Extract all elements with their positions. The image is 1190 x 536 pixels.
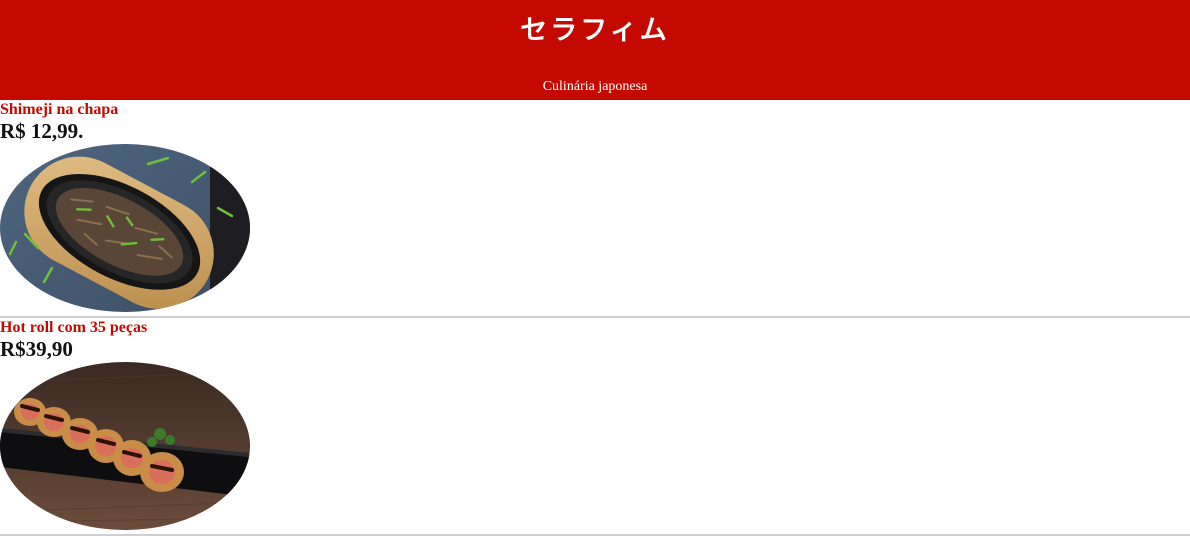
menu-item-name: Hot roll com 35 peças — [0, 319, 148, 336]
hot-roll-dish-image — [0, 362, 250, 530]
menu-item-name: Shimeji na chapa — [0, 101, 119, 118]
site-subtitle: Culinária japonesa — [542, 79, 648, 94]
menu-item-price: R$39,90 — [0, 337, 73, 361]
menu-item-price: R$ 12,99. — [0, 119, 84, 143]
menu-item-hot-roll: Hot roll com 35 peças R$39,90 — [0, 318, 1190, 536]
shimeji-dish-image — [0, 144, 250, 312]
menu-item-shimeji: Shimeji na chapa R$ 12,99. — [0, 100, 1190, 318]
site-title: セラフィム — [520, 15, 670, 46]
site-header: セラフィム Culinária japonesa — [0, 0, 1190, 100]
